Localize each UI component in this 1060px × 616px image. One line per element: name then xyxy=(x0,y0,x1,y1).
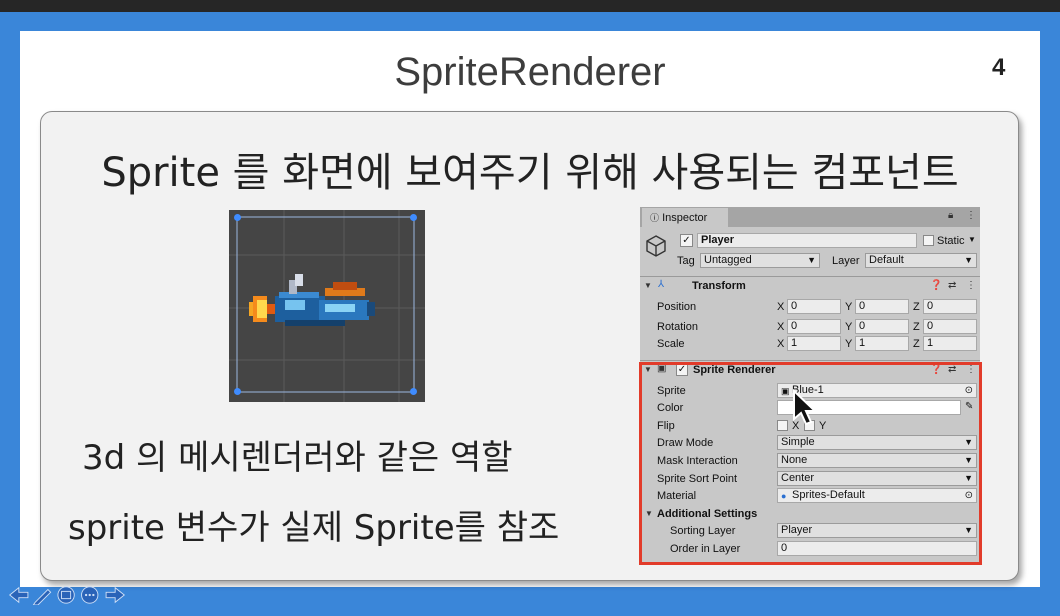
tab-label: Inspector xyxy=(662,212,708,224)
help-icon[interactable]: ❓ xyxy=(930,280,942,291)
rect-handle[interactable] xyxy=(410,214,417,221)
position-z-input[interactable]: 0 xyxy=(923,299,977,314)
top-bar xyxy=(0,0,1060,12)
rotation-label: Rotation xyxy=(657,321,698,333)
axis-z-label: Z xyxy=(913,321,920,333)
rect-handle[interactable] xyxy=(234,214,241,221)
tab-inspector[interactable]: ⓘ Inspector xyxy=(642,208,728,227)
kebab-menu-icon[interactable]: ⋮ xyxy=(966,280,976,291)
kebab-menu-icon[interactable]: ⋮ xyxy=(966,210,976,221)
rect-handle[interactable] xyxy=(410,388,417,395)
position-y-input[interactable]: 0 xyxy=(855,299,909,314)
gameobject-icon xyxy=(646,235,666,257)
slide-nav-bar xyxy=(8,586,126,605)
rect-handle[interactable] xyxy=(234,388,241,395)
mouse-cursor-icon xyxy=(793,389,818,426)
axis-y-label: Y xyxy=(845,321,853,333)
chevron-down-icon: ▼ xyxy=(964,255,973,265)
position-row: Position X 0 Y 0 Z 0 xyxy=(640,299,980,316)
rotation-z-input[interactable]: 0 xyxy=(923,319,977,334)
static-label: Static xyxy=(937,235,965,247)
tag-dropdown[interactable]: Untagged ▼ xyxy=(700,253,820,268)
page-number: 4 xyxy=(992,54,1006,81)
rotation-y-input[interactable]: 0 xyxy=(855,319,909,334)
slides-grid-icon[interactable] xyxy=(57,586,75,604)
chevron-down-icon: ▼ xyxy=(807,255,816,265)
active-checkbox[interactable]: ✓ xyxy=(680,234,693,247)
body-line-2: sprite 변수가 실제 Sprite를 참조 xyxy=(68,508,560,548)
next-arrow-icon[interactable] xyxy=(105,586,126,604)
transform-title: Transform xyxy=(692,280,746,292)
transform-header[interactable]: ▼ ⅄ Transform ❓ ⇄ ⋮ xyxy=(640,276,980,296)
scale-row: Scale X 1 Y 1 Z 1 xyxy=(640,336,980,353)
transform-axis-icon: ⅄ xyxy=(658,279,665,290)
ship-body xyxy=(275,274,375,326)
slide-title: SpriteRenderer xyxy=(394,50,666,94)
pen-icon[interactable] xyxy=(32,588,52,605)
axis-y-label: Y xyxy=(845,301,853,313)
position-label: Position xyxy=(657,301,697,313)
rotation-row: Rotation X 0 Y 0 Z 0 xyxy=(640,319,980,336)
scale-label: Scale xyxy=(657,338,685,350)
scale-z-input[interactable]: 1 xyxy=(923,336,977,351)
axis-x-label: X xyxy=(777,301,785,313)
body-line-1: 3d 의 메시렌더러와 같은 역할 xyxy=(82,438,513,478)
layer-label: Layer xyxy=(832,255,860,267)
axis-x-label: X xyxy=(777,321,785,333)
layer-dropdown[interactable]: Default ▼ xyxy=(865,253,977,268)
axis-z-label: Z xyxy=(913,301,920,313)
object-name-input[interactable]: Player xyxy=(697,233,917,248)
preset-icon[interactable]: ⇄ xyxy=(948,280,956,291)
axis-y-label: Y xyxy=(845,338,853,350)
axis-z-label: Z xyxy=(913,338,920,350)
scale-y-input[interactable]: 1 xyxy=(855,336,909,351)
scene-view xyxy=(229,210,425,402)
ship-flame xyxy=(249,296,275,322)
layer-value: Default xyxy=(869,254,904,266)
static-checkbox[interactable] xyxy=(923,235,934,246)
info-icon: ⓘ xyxy=(650,213,660,223)
rotation-x-input[interactable]: 0 xyxy=(787,319,841,334)
sprite-preview xyxy=(229,210,425,402)
tag-value: Untagged xyxy=(704,254,752,266)
axis-x-label: X xyxy=(777,338,785,350)
inspector-tab-bar: ⓘ Inspector 🔒︎ ⋮ xyxy=(640,207,980,227)
foldout-arrow-icon[interactable]: ▼ xyxy=(644,281,652,290)
prev-arrow-icon[interactable] xyxy=(8,586,29,604)
chevron-down-icon[interactable]: ▼ xyxy=(968,235,976,244)
tag-label: Tag xyxy=(677,255,695,267)
more-options-icon[interactable] xyxy=(81,586,99,604)
position-x-input[interactable]: 0 xyxy=(787,299,841,314)
lock-icon[interactable]: 🔒︎ xyxy=(948,210,953,221)
slide-headline: Sprite 를 화면에 보여주기 위해 사용되는 컴포넌트 xyxy=(101,150,959,196)
scale-x-input[interactable]: 1 xyxy=(787,336,841,351)
